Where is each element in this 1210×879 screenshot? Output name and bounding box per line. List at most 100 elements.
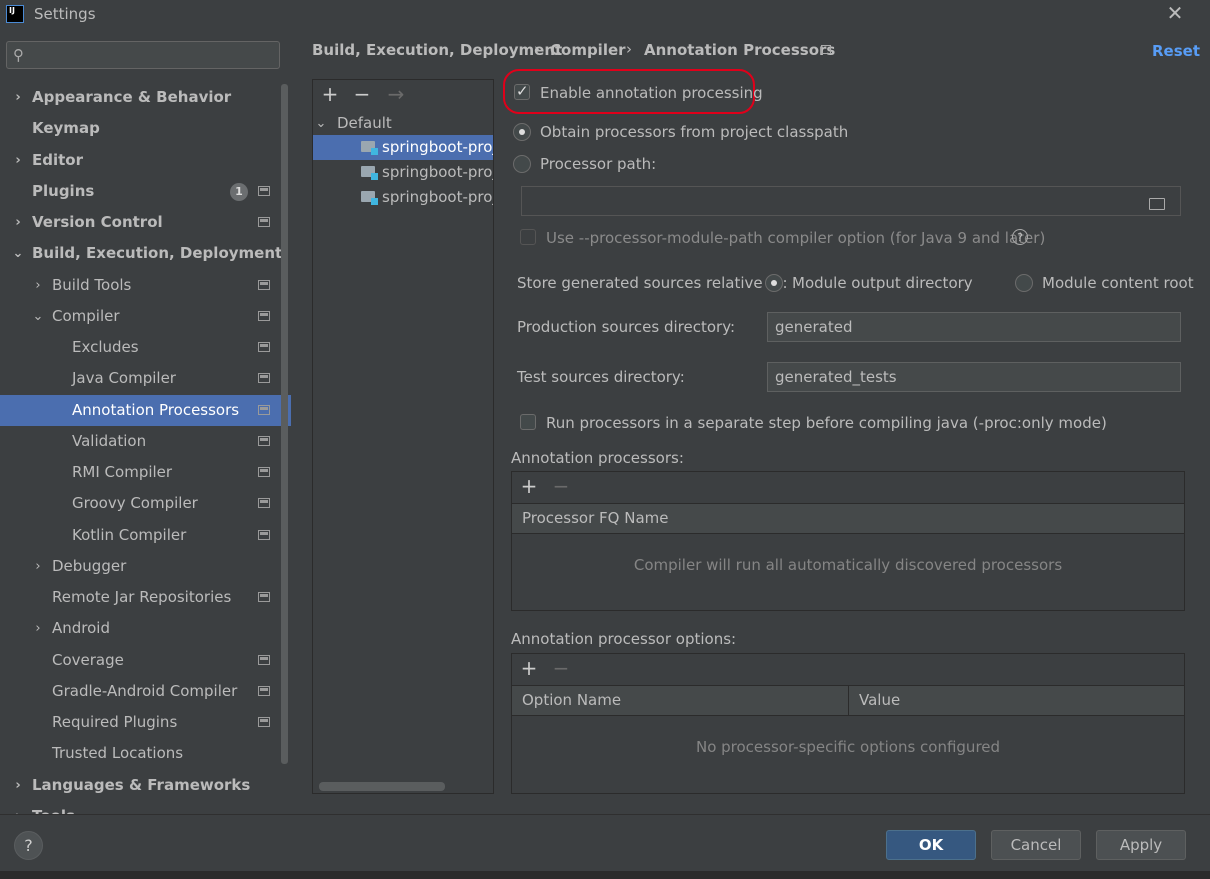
project-level-icon: [258, 311, 270, 321]
chevron-down-icon[interactable]: ⌄: [12, 238, 24, 269]
sidebar-item-build-execution-deployment[interactable]: ⌄ Build, Execution, Deployment: [0, 238, 291, 269]
processor-path-field[interactable]: [521, 186, 1181, 216]
sidebar-item-version-control[interactable]: › Version Control: [0, 207, 291, 238]
run-processors-separately-label[interactable]: Run processors in a separate step before…: [546, 414, 1107, 432]
profiles-horizontal-scrollbar[interactable]: [319, 782, 445, 791]
column-header-processor-fq-name[interactable]: Processor FQ Name: [512, 504, 668, 533]
module-output-directory-label[interactable]: Module output directory: [792, 274, 973, 292]
close-icon[interactable]: ✕: [1164, 2, 1186, 24]
reset-link[interactable]: Reset: [1152, 42, 1200, 60]
profile-module-item[interactable]: springboot-project: [313, 185, 493, 210]
sidebar-item-label: Keymap: [32, 119, 100, 137]
sidebar-item-kotlin-compiler[interactable]: Kotlin Compiler: [0, 520, 291, 551]
sidebar-item-debugger[interactable]: › Debugger: [0, 551, 291, 582]
remove-processor-button[interactable]: −: [550, 474, 572, 498]
breadcrumb-compiler[interactable]: Compiler: [550, 41, 626, 59]
processor-module-path-checkbox[interactable]: [520, 229, 536, 245]
breadcrumb-build-execution-deployment[interactable]: Build, Execution, Deployment: [312, 41, 562, 59]
project-level-icon: [258, 717, 270, 727]
sidebar-item-android[interactable]: › Android: [0, 613, 291, 644]
chevron-right-icon[interactable]: ›: [12, 145, 24, 176]
sidebar-item-trusted-locations[interactable]: Trusted Locations: [0, 738, 291, 769]
chevron-right-icon[interactable]: ›: [32, 270, 44, 301]
sidebar-item-label: Build, Execution, Deployment: [32, 244, 283, 262]
project-level-icon: [258, 467, 270, 477]
module-content-root-radio[interactable]: [1015, 274, 1033, 292]
apply-button[interactable]: Apply: [1096, 830, 1186, 860]
enable-annotation-processing-checkbox[interactable]: [514, 82, 530, 100]
sidebar-item-java-compiler[interactable]: Java Compiler: [0, 363, 291, 394]
chevron-right-icon[interactable]: ›: [12, 770, 24, 801]
empty-table-text: Compiler will run all automatically disc…: [633, 556, 1063, 574]
module-folder-icon: [361, 191, 378, 205]
sidebar-item-plugins[interactable]: Plugins 1: [0, 176, 291, 207]
sidebar-item-compiler[interactable]: ⌄ Compiler: [0, 301, 291, 332]
remove-option-button[interactable]: −: [550, 656, 572, 680]
production-sources-label: Production sources directory:: [517, 318, 736, 336]
chevron-right-icon[interactable]: ›: [32, 551, 44, 582]
breadcrumb-separator: ›: [626, 40, 632, 58]
sidebar-item-validation[interactable]: Validation: [0, 426, 291, 457]
obtain-from-classpath-label[interactable]: Obtain processors from project classpath: [540, 123, 848, 141]
sidebar-item-annotation-processors[interactable]: Annotation Processors: [0, 395, 291, 426]
search-input[interactable]: [35, 45, 271, 65]
add-profile-button[interactable]: +: [319, 82, 341, 106]
enable-annotation-processing-label[interactable]: Enable annotation processing: [540, 84, 763, 102]
sidebar-item-label: Editor: [32, 151, 83, 169]
test-sources-input[interactable]: generated_tests: [767, 362, 1181, 392]
sidebar-item-label: Annotation Processors: [72, 401, 240, 419]
move-to-profile-button[interactable]: →: [385, 82, 407, 106]
module-output-directory-radio[interactable]: [765, 274, 783, 292]
sidebar-item-coverage[interactable]: Coverage: [0, 645, 291, 676]
help-question-icon[interactable]: ?: [1012, 229, 1028, 245]
cancel-button[interactable]: Cancel: [991, 830, 1081, 860]
sidebar-item-groovy-compiler[interactable]: Groovy Compiler: [0, 488, 291, 519]
project-level-icon: [258, 530, 270, 540]
chevron-right-icon[interactable]: ›: [32, 613, 44, 644]
browse-folder-icon[interactable]: [1148, 196, 1168, 212]
chevron-right-icon[interactable]: ›: [12, 207, 24, 238]
module-content-root-label[interactable]: Module content root: [1042, 274, 1194, 292]
run-processors-separately-checkbox[interactable]: [520, 414, 536, 430]
annotation-processors-toolbar: + −: [512, 472, 1184, 503]
chevron-down-icon[interactable]: ⌄: [32, 301, 44, 332]
processor-path-radio[interactable]: [513, 155, 531, 173]
column-header-value[interactable]: Value: [849, 686, 900, 715]
module-folder-icon: [361, 141, 378, 155]
sidebar-item-languages-frameworks[interactable]: › Languages & Frameworks: [0, 770, 291, 801]
window-title: Settings: [34, 5, 96, 23]
project-level-icon: [258, 686, 270, 696]
intellij-logo-icon: IJ: [6, 5, 24, 23]
production-sources-input[interactable]: generated: [767, 312, 1181, 342]
sidebar-item-excludes[interactable]: Excludes: [0, 332, 291, 363]
sidebar-item-keymap[interactable]: Keymap: [0, 113, 291, 144]
sidebar-item-required-plugins[interactable]: Required Plugins: [0, 707, 291, 738]
obtain-from-classpath-radio[interactable]: [513, 123, 531, 141]
sidebar-item-label: Languages & Frameworks: [32, 776, 251, 794]
add-processor-button[interactable]: +: [518, 474, 540, 498]
chevron-right-icon[interactable]: ›: [12, 82, 24, 113]
profile-module-item[interactable]: springboot-project: [313, 135, 493, 160]
sidebar-item-label: Tools: [32, 801, 75, 814]
search-box[interactable]: ⚲: [6, 41, 280, 69]
sidebar-item-rmi-compiler[interactable]: RMI Compiler: [0, 457, 291, 488]
help-button[interactable]: ?: [14, 831, 43, 860]
sidebar-item-remote-jar-repositories[interactable]: Remote Jar Repositories: [0, 582, 291, 613]
sidebar-item-appearance-behavior[interactable]: › Appearance & Behavior: [0, 82, 291, 113]
profile-group-default[interactable]: ⌄ Default: [313, 111, 493, 136]
sidebar-item-tools[interactable]: › Tools: [0, 801, 291, 814]
chevron-right-icon[interactable]: ›: [12, 801, 24, 814]
sidebar-item-label: Validation: [72, 432, 147, 450]
sidebar-scrollbar[interactable]: [281, 84, 288, 764]
chevron-down-icon[interactable]: ⌄: [315, 111, 327, 136]
title-bar: IJ Settings ✕: [0, 0, 1210, 29]
processor-path-label[interactable]: Processor path:: [540, 155, 656, 173]
profile-module-item[interactable]: springboot-project: [313, 160, 493, 185]
add-option-button[interactable]: +: [518, 656, 540, 680]
column-header-option-name[interactable]: Option Name: [512, 686, 849, 715]
sidebar-item-gradle-android-compiler[interactable]: Gradle-Android Compiler: [0, 676, 291, 707]
ok-button[interactable]: OK: [886, 830, 976, 860]
sidebar-item-build-tools[interactable]: › Build Tools: [0, 270, 291, 301]
sidebar-item-editor[interactable]: › Editor: [0, 145, 291, 176]
remove-profile-button[interactable]: −: [351, 82, 373, 106]
